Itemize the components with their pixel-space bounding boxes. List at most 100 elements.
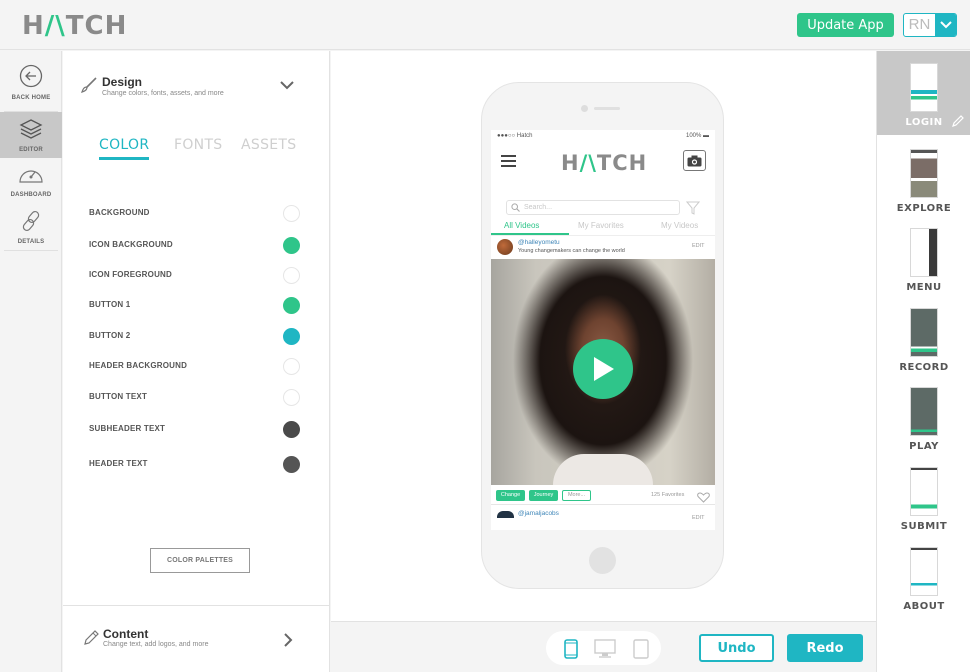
logo-accent: /\: [579, 151, 597, 175]
phone-home-button[interactable]: [589, 547, 616, 574]
hatch-logo[interactable]: H/\TCH: [22, 11, 127, 41]
color-swatch[interactable]: [283, 421, 300, 438]
color-swatch[interactable]: [283, 328, 300, 345]
rail-item-back-home[interactable]: BACK HOME: [0, 55, 62, 109]
color-row[interactable]: HEADER BACKGROUND: [89, 357, 303, 377]
hamburger-menu-icon[interactable]: [501, 154, 517, 173]
color-row-label: BUTTON 2: [89, 331, 131, 340]
post-header: @jamaljacobs EDIT: [491, 508, 715, 530]
color-row[interactable]: BUTTON 2: [89, 327, 303, 347]
color-row[interactable]: BACKGROUND: [89, 204, 303, 224]
video-thumbnail[interactable]: [491, 259, 715, 485]
tag-chip[interactable]: Journey: [529, 490, 558, 501]
design-title: Design: [102, 75, 143, 89]
page-item-login[interactable]: LOGIN: [877, 51, 970, 135]
color-row-label: SUBHEADER TEXT: [89, 424, 166, 433]
tab-fonts[interactable]: FONTS: [174, 137, 222, 153]
post-edit-link[interactable]: EDIT: [692, 243, 705, 249]
page-label: ABOUT: [903, 601, 945, 612]
page-item-record[interactable]: RECORD: [877, 296, 970, 380]
color-row[interactable]: ICON FOREGROUND: [89, 266, 303, 286]
page-thumbnail: [910, 387, 938, 436]
page-label: MENU: [906, 282, 942, 293]
tag-chip[interactable]: Change: [496, 490, 525, 501]
page-item-menu[interactable]: MENU: [877, 216, 970, 300]
chevron-down-icon[interactable]: [935, 14, 956, 36]
play-button[interactable]: [573, 339, 633, 399]
more-tags-chip[interactable]: More...: [562, 490, 591, 501]
page-item-explore[interactable]: EXPLORE: [877, 137, 970, 221]
divider: [4, 250, 58, 251]
heart-icon[interactable]: [697, 490, 710, 508]
redo-button[interactable]: Redo: [787, 634, 863, 662]
logo-part: TCH: [596, 151, 648, 175]
user-menu[interactable]: RN: [903, 13, 957, 37]
rail-label: DASHBOARD: [10, 191, 52, 198]
rail-item-dashboard[interactable]: DASHBOARD: [0, 158, 62, 204]
chevron-down-icon[interactable]: [279, 77, 295, 95]
pages-sidebar: LOGIN EXPLORE MENU RECORD PLAY SUBMIT ABOUT: [876, 51, 970, 672]
page-label: PLAY: [909, 441, 939, 452]
avatar[interactable]: [497, 511, 514, 518]
phone-device-icon[interactable]: [564, 639, 578, 664]
color-row[interactable]: ICON BACKGROUND: [89, 236, 303, 256]
update-app-button[interactable]: Update App: [797, 13, 894, 37]
color-swatch[interactable]: [283, 297, 300, 314]
rail-label: EDITOR: [19, 146, 43, 153]
color-row[interactable]: HEADER TEXT: [89, 455, 303, 475]
link-icon: [20, 210, 42, 237]
color-swatch[interactable]: [283, 456, 300, 473]
tab-all-videos[interactable]: All Videos: [504, 221, 539, 230]
favorites-count: 125 Favorites: [651, 492, 685, 498]
design-subtitle: Change colors, fonts, assets, and more: [102, 90, 224, 97]
page-thumbnail: [910, 547, 938, 596]
color-swatch[interactable]: [283, 267, 300, 284]
layers-icon: [19, 118, 43, 145]
page-label: EXPLORE: [896, 203, 952, 214]
preview-canvas: ●●●○○ Hatch 100% ▬ H/\TCH Search... All …: [331, 51, 876, 621]
phone-frame: ●●●○○ Hatch 100% ▬ H/\TCH Search... All …: [481, 82, 724, 589]
page-item-play[interactable]: PLAY: [877, 375, 970, 459]
video-tabs: All Videos My Favorites My Videos: [491, 220, 715, 236]
tablet-device-icon[interactable]: [633, 639, 649, 664]
gauge-icon: [18, 165, 44, 190]
rail-item-editor[interactable]: EDITOR: [0, 112, 62, 158]
color-row[interactable]: SUBHEADER TEXT: [89, 420, 303, 440]
search-input[interactable]: Search...: [506, 200, 680, 215]
camera-icon[interactable]: [683, 150, 706, 171]
pencil-icon: [82, 629, 100, 652]
design-panel: Design Change colors, fonts, assets, and…: [63, 51, 330, 605]
page-item-about[interactable]: ABOUT: [877, 535, 970, 619]
tab-color[interactable]: COLOR: [99, 137, 150, 160]
tab-my-videos[interactable]: My Videos: [661, 221, 698, 230]
color-swatch[interactable]: [283, 205, 300, 222]
desktop-device-icon[interactable]: [594, 639, 616, 664]
post-footer: Change Journey More... 125 Favorites: [491, 485, 715, 505]
color-swatch[interactable]: [283, 358, 300, 375]
design-section-header[interactable]: Design Change colors, fonts, assets, and…: [63, 69, 330, 109]
phone-screen: ●●●○○ Hatch 100% ▬ H/\TCH Search... All …: [491, 130, 715, 530]
search-placeholder: Search...: [524, 204, 553, 211]
undo-button[interactable]: Undo: [699, 634, 774, 662]
post-username[interactable]: @halleyometu: [518, 239, 560, 246]
rail-item-details[interactable]: DETAILS: [0, 204, 62, 250]
tab-my-favorites[interactable]: My Favorites: [578, 221, 624, 230]
tab-assets[interactable]: ASSETS: [241, 137, 296, 153]
design-tabs: COLOR FONTS ASSETS: [99, 137, 309, 161]
page-item-submit[interactable]: SUBMIT: [877, 455, 970, 539]
color-row[interactable]: BUTTON 1: [89, 296, 303, 316]
post-edit-link[interactable]: EDIT: [692, 515, 705, 521]
color-palettes-button[interactable]: COLOR PALETTES: [150, 548, 250, 573]
play-icon: [594, 357, 614, 381]
filter-icon[interactable]: [685, 201, 701, 220]
color-swatch[interactable]: [283, 237, 300, 254]
content-section-header[interactable]: Content Change text, add logos, and more: [63, 605, 330, 672]
color-row-label: BUTTON 1: [89, 300, 131, 309]
color-swatch[interactable]: [283, 389, 300, 406]
chevron-right-icon[interactable]: [283, 632, 293, 653]
post-username[interactable]: @jamaljacobs: [518, 510, 559, 517]
color-row[interactable]: BUTTON TEXT: [89, 388, 303, 408]
avatar[interactable]: [497, 239, 513, 255]
pencil-icon[interactable]: [951, 114, 965, 133]
color-row-label: ICON FOREGROUND: [89, 270, 172, 279]
